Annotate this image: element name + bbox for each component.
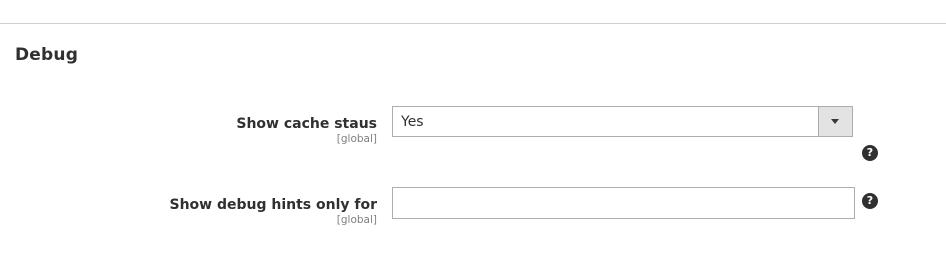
select-selected-value: Yes	[401, 114, 424, 130]
field-scope-show-cache-status: [global]	[336, 133, 377, 145]
field-label-debug-hints: Show debug hints only for	[169, 197, 377, 213]
debug-hints-input[interactable]	[392, 187, 855, 219]
section-divider	[0, 23, 946, 24]
section-title[interactable]: Debug	[15, 45, 78, 65]
chevron-down-icon	[831, 119, 839, 124]
show-cache-status-select[interactable]: Yes	[392, 106, 853, 137]
question-circle-icon[interactable]: ?	[862, 193, 878, 209]
config-page: Debug Show cache staus [global] Yes ? Sh…	[0, 0, 946, 262]
field-label-show-cache-status: Show cache staus	[236, 116, 377, 132]
question-circle-icon[interactable]: ?	[862, 145, 878, 161]
dropdown-toggle[interactable]	[818, 107, 852, 136]
field-scope-debug-hints: [global]	[336, 214, 377, 226]
